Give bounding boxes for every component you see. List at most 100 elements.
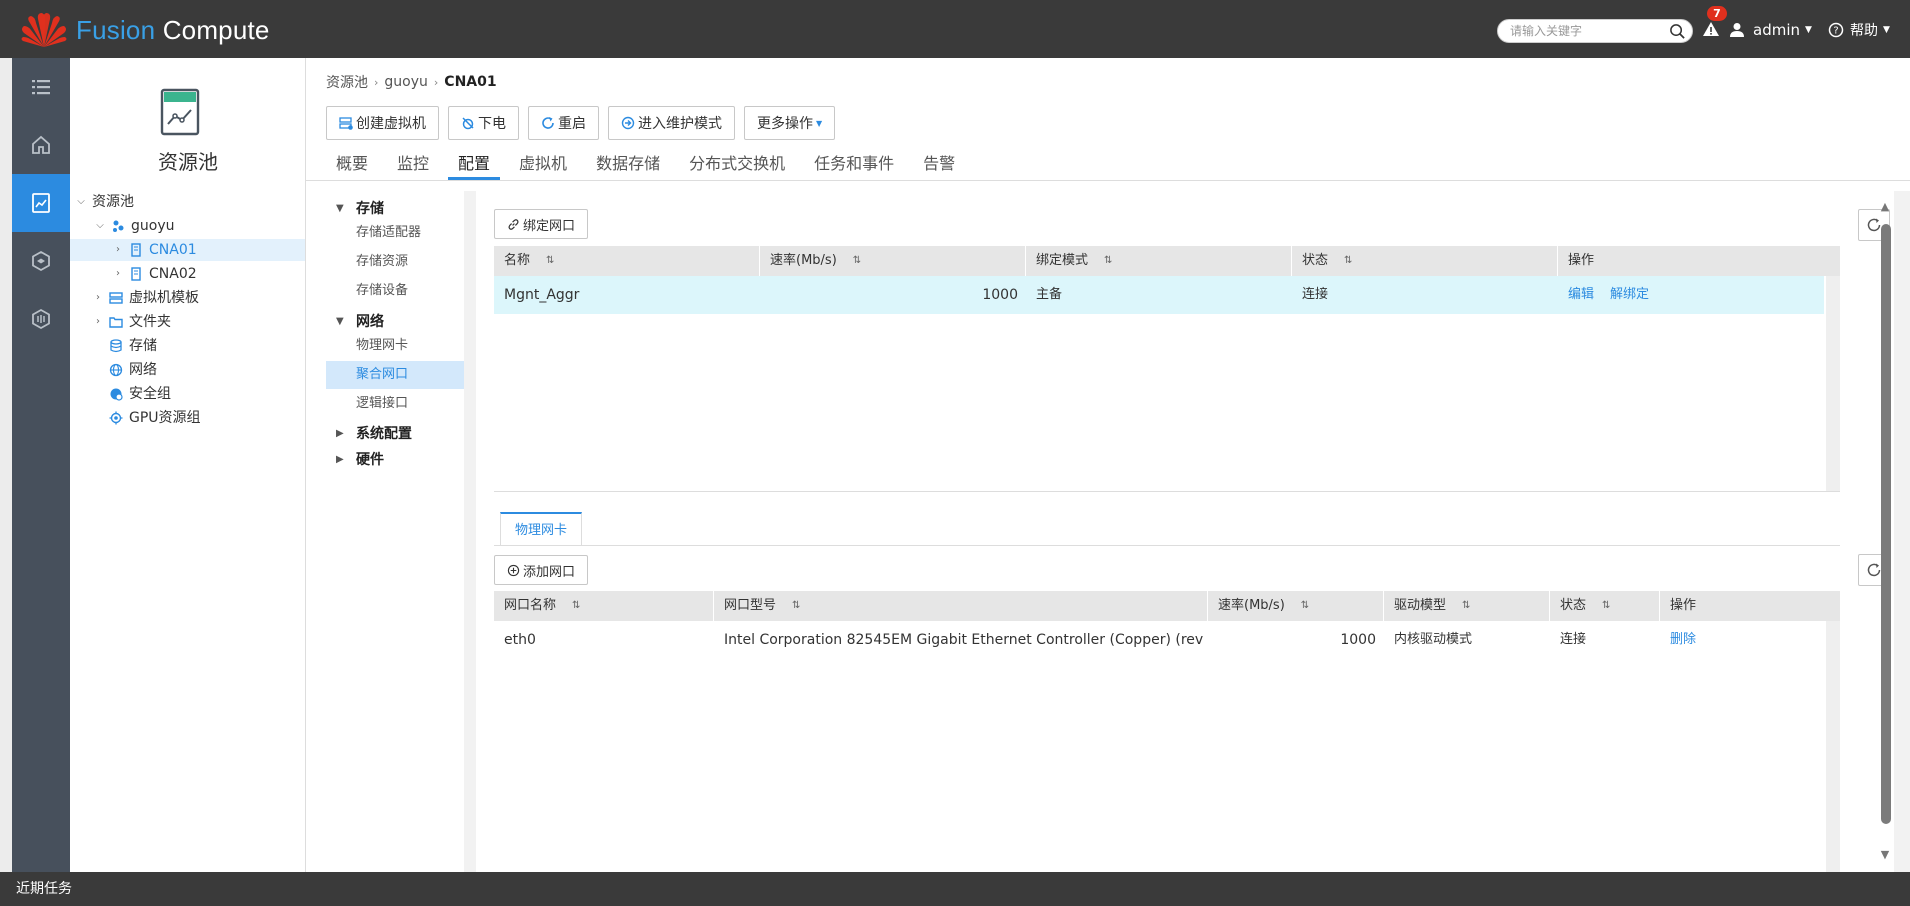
- scroll-up-icon[interactable]: ▲: [1878, 200, 1892, 214]
- restart-icon: [542, 117, 554, 129]
- subnav-item-aggregate-port[interactable]: 聚合网口: [326, 361, 464, 389]
- tab-overview[interactable]: 概要: [326, 148, 378, 180]
- unbind-link[interactable]: 解绑定: [1610, 287, 1649, 302]
- folder-icon: [109, 317, 123, 328]
- chevron-down-icon[interactable]: ⌵: [76, 191, 86, 213]
- tab-monitor[interactable]: 监控: [387, 148, 439, 180]
- chevron-right-icon[interactable]: ›: [93, 287, 103, 309]
- sort-icon[interactable]: ⇅: [546, 255, 554, 265]
- subnav-group-hardware[interactable]: ▶ 硬件: [326, 448, 384, 472]
- col-header-rate[interactable]: 速率(Mb/s) ⇅: [760, 246, 1026, 276]
- tree-node-cluster[interactable]: ⌵ guoyu: [95, 215, 174, 237]
- subnav-group-network[interactable]: ▼ 网络: [326, 310, 384, 334]
- col-header-name[interactable]: 名称 ⇅: [494, 246, 760, 276]
- cell-rate: 1000: [1340, 632, 1376, 648]
- tab-alarms[interactable]: 告警: [913, 148, 965, 180]
- edit-link[interactable]: 编辑: [1568, 287, 1594, 302]
- page-scrollbar[interactable]: ▲ ▼: [1878, 200, 1892, 870]
- scroll-down-icon[interactable]: ▼: [1878, 848, 1892, 862]
- tree-node-gpu-group[interactable]: GPU资源组: [109, 407, 201, 429]
- more-actions-button[interactable]: 更多操作 ▼: [744, 106, 836, 140]
- cell-status: 连接: [1560, 632, 1587, 647]
- tab-physical-nic[interactable]: 物理网卡: [500, 512, 583, 546]
- sort-icon[interactable]: ⇅: [792, 600, 800, 610]
- gpu-icon: [109, 411, 123, 425]
- col-header-port-model[interactable]: 网口型号 ⇅: [714, 591, 1208, 621]
- create-vm-button[interactable]: 创建虚拟机: [326, 106, 439, 140]
- sort-icon[interactable]: ⇅: [1602, 600, 1610, 610]
- rail-network[interactable]: [12, 232, 70, 290]
- rail-home[interactable]: [12, 116, 70, 174]
- subnav-item-storage-resource[interactable]: 存储资源: [326, 248, 464, 276]
- tab-config[interactable]: 配置: [448, 148, 501, 180]
- col-header-driver[interactable]: 驱动模型 ⇅: [1384, 591, 1550, 621]
- chevron-right-icon: ›: [374, 75, 379, 89]
- panel-title: 资源池: [158, 150, 218, 174]
- breadcrumb-item[interactable]: guoyu: [384, 74, 427, 90]
- sort-icon[interactable]: ⇅: [1344, 255, 1352, 265]
- sort-icon[interactable]: ⇅: [853, 255, 861, 265]
- maintenance-mode-button[interactable]: 进入维护模式: [608, 106, 735, 140]
- scrollbar-thumb[interactable]: [1881, 224, 1891, 824]
- sort-icon[interactable]: ⇅: [1462, 600, 1470, 610]
- rail-backup[interactable]: [12, 290, 70, 348]
- recent-tasks-bar[interactable]: 近期任务: [0, 872, 1910, 906]
- col-header-status[interactable]: 状态 ⇅: [1550, 591, 1660, 621]
- huawei-flower-icon: [21, 13, 67, 47]
- breadcrumb-item[interactable]: 资源池: [326, 72, 368, 92]
- bind-port-button[interactable]: 绑定网口: [494, 209, 589, 239]
- delete-link[interactable]: 删除: [1670, 632, 1696, 647]
- subnav-group-storage[interactable]: ▼ 存储: [326, 197, 384, 221]
- tab-datastore[interactable]: 数据存储: [586, 148, 670, 180]
- cell-status: 连接: [1302, 287, 1329, 302]
- col-header-ops: 操作: [1670, 598, 1697, 613]
- subnav-item-physical-nic[interactable]: 物理网卡: [326, 332, 464, 360]
- tree-node-storage[interactable]: 存储: [109, 335, 157, 357]
- tree-node-resource-pool[interactable]: ⌵ 资源池: [76, 191, 134, 213]
- tree-node-cna01[interactable]: › CNA01: [70, 239, 305, 261]
- svg-text:?: ?: [1833, 26, 1838, 37]
- power-off-button[interactable]: 下电: [448, 106, 519, 140]
- search-icon[interactable]: [1669, 23, 1686, 40]
- search-input[interactable]: [1510, 20, 1670, 42]
- col-header-status[interactable]: 状态 ⇅: [1292, 246, 1558, 276]
- tab-tasks[interactable]: 任务和事件: [804, 148, 904, 180]
- chevron-right-icon[interactable]: ›: [93, 311, 103, 333]
- tree-node-vm-template[interactable]: › 虚拟机模板: [93, 287, 199, 309]
- table-row[interactable]: Mgnt_Aggr 1000 主备 连接 编辑 解绑定: [494, 276, 1824, 314]
- tab-dvswitch[interactable]: 分布式交换机: [679, 148, 795, 180]
- subnav-group-system-config[interactable]: ▶ 系统配置: [326, 422, 412, 446]
- tree-node-cna02[interactable]: › CNA02: [113, 263, 197, 285]
- col-header-port-name[interactable]: 网口名称 ⇅: [494, 591, 714, 621]
- col-header-mode[interactable]: 绑定模式 ⇅: [1026, 246, 1292, 276]
- tree-node-network[interactable]: 网络: [109, 359, 157, 381]
- tree-node-folder[interactable]: › 文件夹: [93, 311, 171, 333]
- huawei-logo[interactable]: Fusion Compute: [20, 10, 270, 50]
- resource-pool-icon: [160, 88, 200, 136]
- subnav-item-logical-interface[interactable]: 逻辑接口: [326, 390, 464, 418]
- user-menu[interactable]: admin ▼: [1729, 19, 1812, 41]
- help-menu[interactable]: ? 帮助 ▼: [1828, 19, 1890, 41]
- tab-vm[interactable]: 虚拟机: [509, 148, 577, 180]
- chevron-down-icon[interactable]: ⌵: [95, 215, 105, 237]
- chevron-right-icon[interactable]: ›: [113, 263, 123, 285]
- add-port-button[interactable]: 添加网口: [494, 555, 589, 585]
- table-scrollbar[interactable]: [1826, 621, 1840, 872]
- sort-icon[interactable]: ⇅: [1104, 255, 1112, 265]
- chevron-down-icon: ▼: [1805, 25, 1812, 35]
- tree-node-security-group[interactable]: 安全组: [109, 383, 171, 405]
- security-group-icon: [110, 388, 123, 401]
- subnav-item-storage-adapter[interactable]: 存储适配器: [326, 219, 464, 247]
- sort-icon[interactable]: ⇅: [572, 600, 580, 610]
- col-header-rate[interactable]: 速率(Mb/s) ⇅: [1208, 591, 1384, 621]
- alarm-icon[interactable]: [1702, 20, 1720, 38]
- rail-resource-pool[interactable]: [12, 174, 70, 232]
- table-row[interactable]: eth0 Intel Corporation 82545EM Gigabit E…: [494, 621, 1840, 659]
- table-scrollbar[interactable]: [1826, 276, 1840, 491]
- subnav-item-storage-device[interactable]: 存储设备: [326, 277, 464, 305]
- sort-icon[interactable]: ⇅: [1301, 600, 1309, 610]
- chevron-right-icon[interactable]: ›: [113, 239, 123, 261]
- restart-button[interactable]: 重启: [528, 106, 599, 140]
- chevron-down-icon: ▼: [1883, 25, 1890, 35]
- rail-menu[interactable]: [12, 58, 70, 116]
